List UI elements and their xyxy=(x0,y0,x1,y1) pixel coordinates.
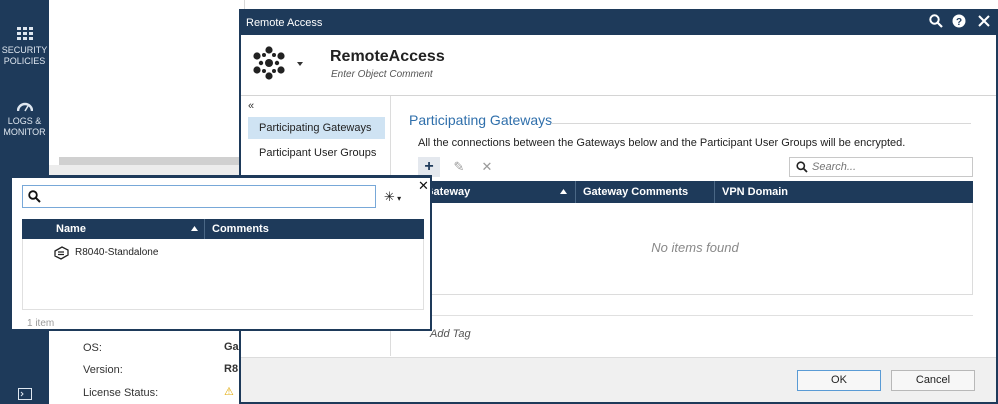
gauge-icon xyxy=(16,102,33,112)
table-row[interactable]: R8040-Standalone xyxy=(22,244,424,264)
search-icon xyxy=(28,190,41,203)
add-button[interactable]: + xyxy=(418,157,440,177)
search-icon xyxy=(796,161,808,173)
menu-participant-user-groups[interactable]: Participant User Groups xyxy=(248,142,385,164)
close-icon[interactable] xyxy=(975,14,993,32)
gateways-table-body: No items found xyxy=(417,203,973,295)
nav-command-line[interactable] xyxy=(0,388,49,404)
close-icon[interactable]: ✕ xyxy=(418,178,429,194)
gateway-icon xyxy=(54,246,69,260)
sort-ascending-icon[interactable] xyxy=(191,226,198,231)
row-name: R8040-Standalone xyxy=(75,247,159,258)
picker-table-header: Name Comments xyxy=(22,219,424,239)
gateway-picker-popup: ✕ ✳ ▾ Name Comments R8040-Standalone 1 i… xyxy=(10,175,432,331)
background-scrollbar[interactable] xyxy=(59,157,245,165)
edit-icon[interactable]: ✎ xyxy=(448,157,470,177)
picker-search[interactable] xyxy=(22,185,376,208)
background-divider xyxy=(49,165,249,175)
section-description: All the connections between the Gateways… xyxy=(418,137,906,149)
picker-search-input[interactable] xyxy=(47,189,367,204)
nav-logs-monitor[interactable]: LOGS & MONITOR xyxy=(0,102,49,138)
nav-security-policies[interactable]: SECURITY POLICIES xyxy=(0,27,49,67)
version-value: R8 xyxy=(224,363,239,375)
gateways-search[interactable] xyxy=(789,157,973,177)
delete-icon[interactable]: ✕ xyxy=(476,157,498,177)
nav-label: SECURITY xyxy=(1,45,48,55)
sort-ascending-icon[interactable] xyxy=(560,189,567,194)
dialog-title: Remote Access xyxy=(246,17,323,29)
search-icon[interactable] xyxy=(927,14,945,32)
ok-button[interactable]: OK xyxy=(797,370,881,391)
gateways-search-input[interactable] xyxy=(812,160,962,174)
add-tag-link[interactable]: Add Tag xyxy=(430,328,471,340)
svg-text:?: ? xyxy=(956,17,962,28)
dialog-titlebar[interactable]: Remote Access ? xyxy=(241,11,996,35)
nav-label: MONITOR xyxy=(3,127,46,137)
grid-icon xyxy=(16,27,33,40)
gateways-table-header: Gateway Gateway Comments VPN Domain xyxy=(417,181,973,203)
object-name[interactable]: RemoteAccess xyxy=(330,48,445,66)
tag-divider xyxy=(411,315,973,316)
command-line-icon xyxy=(17,388,32,400)
filter-icon[interactable]: ✳ ▾ xyxy=(384,189,401,205)
column-vpn-domain[interactable]: VPN Domain xyxy=(722,186,788,198)
section-title: Participating Gateways xyxy=(409,112,553,128)
os-value: Ga xyxy=(224,341,239,353)
nav-label: LOGS & xyxy=(7,116,42,126)
remote-access-community-icon[interactable] xyxy=(251,46,287,80)
background-panel xyxy=(59,0,245,160)
column-name[interactable]: Name xyxy=(56,223,86,235)
collapse-menu-icon[interactable]: « xyxy=(248,100,254,112)
item-count: 1 item xyxy=(27,318,55,329)
caret-down-icon[interactable] xyxy=(297,62,303,66)
section-divider xyxy=(551,123,971,124)
version-label: Version: xyxy=(83,364,123,376)
object-comment-field[interactable]: Enter Object Comment xyxy=(331,69,433,80)
column-gateway-comments[interactable]: Gateway Comments xyxy=(583,186,688,198)
column-comments[interactable]: Comments xyxy=(212,223,269,235)
help-icon[interactable]: ? xyxy=(950,14,968,32)
os-label: OS: xyxy=(83,342,102,354)
menu-participating-gateways[interactable]: Participating Gateways xyxy=(248,117,385,139)
nav-label: POLICIES xyxy=(3,56,46,66)
empty-table-message: No items found xyxy=(651,240,739,255)
cancel-button[interactable]: Cancel xyxy=(891,370,975,391)
object-header: RemoteAccess Enter Object Comment xyxy=(241,35,996,95)
warning-icon: ⚠ xyxy=(224,386,234,398)
dialog-footer: OK Cancel xyxy=(241,357,996,402)
license-status-label: License Status: xyxy=(83,387,159,399)
